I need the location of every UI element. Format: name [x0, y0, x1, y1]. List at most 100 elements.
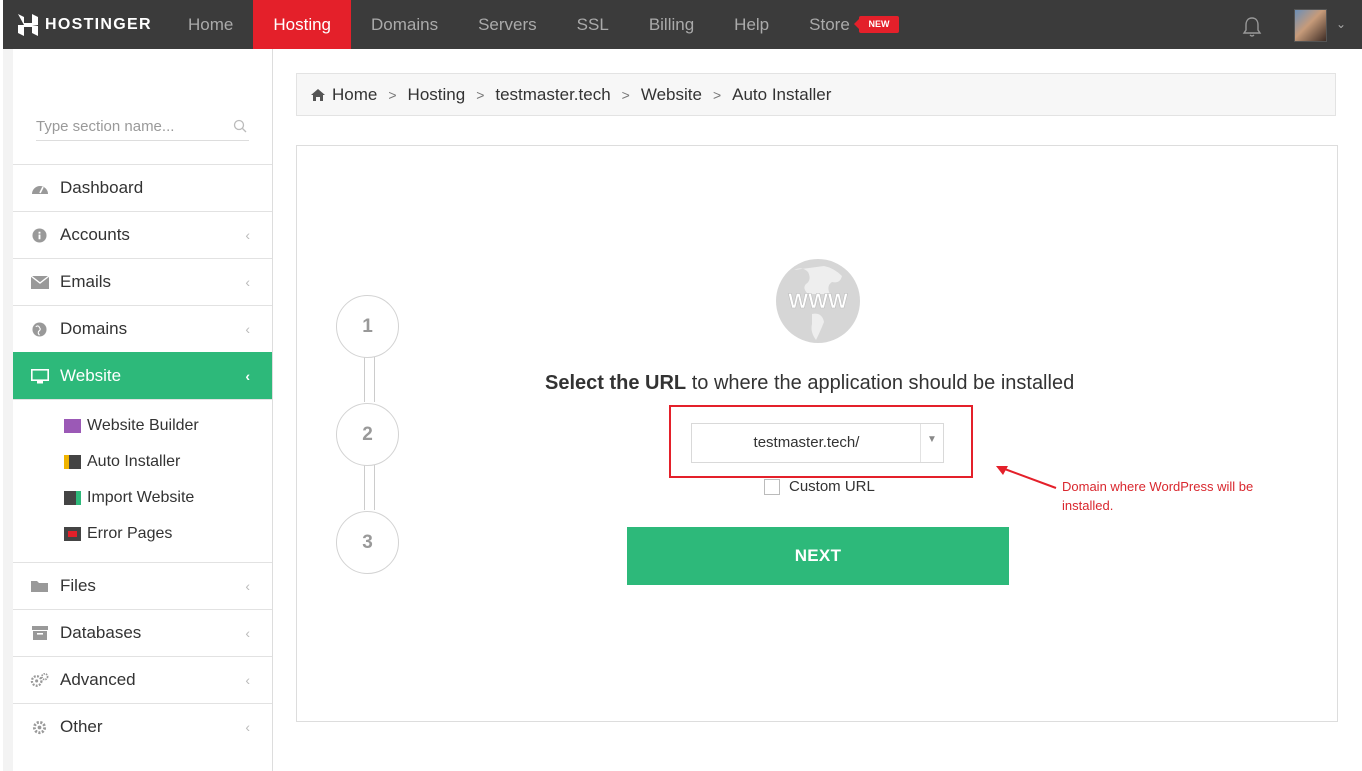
top-navbar: HOSTINGER Home Hosting Domains Servers S…: [0, 0, 1362, 49]
sidebar-item-emails[interactable]: Emails ‹: [13, 258, 272, 305]
breadcrumb: Home > Hosting > testmaster.tech > Websi…: [296, 73, 1336, 116]
breadcrumb-domain[interactable]: testmaster.tech: [495, 85, 610, 105]
select-url-title-rest: to where the application should be insta…: [686, 372, 1075, 394]
breadcrumb-auto-installer: Auto Installer: [732, 84, 832, 104]
nav-help[interactable]: Help: [714, 0, 789, 49]
sidebar-item-label: Other: [60, 717, 103, 736]
step-2: 2: [336, 403, 399, 466]
www-globe-icon: WWW: [772, 258, 864, 344]
sidebar-item-label: Advanced: [60, 670, 136, 689]
breadcrumb-website[interactable]: Website: [641, 85, 702, 105]
hostinger-logo[interactable]: HOSTINGER: [3, 0, 168, 49]
search-icon[interactable]: [233, 119, 247, 133]
url-select[interactable]: testmaster.tech/ ▼: [691, 423, 944, 463]
sidebar-item-label: Dashboard: [60, 178, 144, 197]
sidebar-item-databases[interactable]: Databases ‹: [13, 609, 272, 656]
chevron-left-icon: ‹: [245, 321, 250, 337]
sidebar-item-label: Files: [60, 576, 96, 595]
sidebar-subitem-error-pages[interactable]: Error Pages: [13, 516, 272, 552]
auto-installer-card: 1 2 3 WWW Select the URL to where the ap…: [296, 145, 1338, 722]
sidebar-subitem-label: Error Pages: [87, 525, 173, 542]
hostinger-logo-icon: [17, 13, 39, 37]
breadcrumb-separator-icon: >: [388, 86, 397, 103]
step-1: 1: [336, 295, 399, 358]
annotation-arrow-icon: [996, 466, 1057, 489]
main-nav: Home Hosting Domains Servers SSL Billing…: [168, 0, 919, 49]
sidebar-subitem-label: Import Website: [87, 489, 195, 506]
dashboard-icon: [30, 180, 49, 197]
sidebar-subitem-auto-installer[interactable]: Auto Installer: [13, 444, 272, 480]
step-3: 3: [336, 511, 399, 574]
sidebar-item-advanced[interactable]: Advanced ‹: [13, 656, 272, 703]
sidebar-item-website[interactable]: Website ‹: [13, 352, 272, 399]
sidebar-item-other[interactable]: Other ‹: [13, 703, 272, 750]
sidebar-subitem-import-website[interactable]: Import Website: [13, 480, 272, 516]
user-avatar[interactable]: [1294, 9, 1327, 42]
nav-home[interactable]: Home: [168, 0, 253, 49]
dropdown-arrow-icon[interactable]: ▼: [920, 424, 943, 462]
breadcrumb-separator-icon: >: [621, 86, 630, 103]
globe-icon: [30, 321, 49, 338]
folder-icon: [30, 578, 49, 595]
chevron-left-icon: ‹: [245, 274, 250, 290]
auto-installer-icon: [64, 455, 81, 469]
sidebar-subitem-website-builder[interactable]: Website Builder: [13, 408, 272, 444]
sidebar-item-domains[interactable]: Domains ‹: [13, 305, 272, 352]
custom-url-checkbox[interactable]: [764, 478, 780, 495]
breadcrumb-separator-icon: >: [712, 86, 722, 103]
chevron-left-icon: ‹: [245, 625, 250, 641]
chevron-left-icon: ‹: [245, 227, 250, 243]
section-search: [36, 113, 249, 141]
sidebar-subitem-label: Auto Installer: [87, 453, 181, 470]
cogs-icon: [30, 672, 49, 689]
sidebar-item-label: Website: [60, 366, 122, 385]
monitor-icon: [30, 368, 49, 385]
www-text: WWW: [788, 290, 848, 313]
import-website-icon: [64, 491, 81, 505]
new-badge: NEW: [853, 16, 899, 34]
custom-url-option[interactable]: Custom URL: [764, 478, 875, 495]
nav-servers[interactable]: Servers: [458, 0, 557, 49]
info-icon: [30, 227, 49, 244]
select-url-title: Select the URL to where the application …: [545, 372, 1074, 395]
breadcrumb-separator-icon: >: [476, 86, 485, 103]
nav-billing[interactable]: Billing: [629, 0, 714, 49]
url-select-value: testmaster.tech/: [753, 434, 860, 451]
custom-url-label: Custom URL: [789, 478, 875, 495]
nav-ssl[interactable]: SSL: [557, 0, 629, 49]
select-url-title-bold: Select the URL: [545, 372, 687, 394]
sidebar-panel: Dashboard Accounts ‹ Emails ‹ D: [13, 49, 272, 771]
nav-domains[interactable]: Domains: [351, 0, 458, 49]
chevron-down-icon[interactable]: ⌄: [1336, 17, 1346, 31]
sidebar-item-label: Emails: [60, 272, 112, 291]
next-button[interactable]: NEXT: [627, 527, 1009, 585]
chevron-left-icon: ‹: [245, 368, 250, 384]
bell-icon[interactable]: [1242, 16, 1262, 38]
breadcrumb-hosting[interactable]: Hosting: [408, 85, 466, 105]
sidebar: Dashboard Accounts ‹ Emails ‹ D: [3, 49, 273, 771]
section-search-input[interactable]: [36, 113, 226, 139]
step-connector: [364, 460, 375, 510]
step-connector: [364, 352, 375, 402]
archive-icon: [30, 625, 49, 642]
breadcrumb-home[interactable]: Home: [332, 85, 377, 105]
annotation-text: Domain where WordPress will be installed…: [1062, 479, 1254, 513]
nav-hosting[interactable]: Hosting: [253, 0, 351, 49]
sidebar-item-dashboard[interactable]: Dashboard: [13, 164, 272, 211]
sidebar-item-accounts[interactable]: Accounts ‹: [13, 211, 272, 258]
sidebar-item-label: Databases: [60, 623, 142, 642]
sidebar-item-label: Accounts: [60, 225, 130, 244]
sidebar-item-files[interactable]: Files ‹: [13, 562, 272, 609]
home-icon: [311, 88, 325, 101]
chevron-left-icon: ‹: [245, 719, 250, 735]
envelope-icon: [30, 274, 49, 291]
brand-name: HOSTINGER: [45, 15, 152, 33]
website-builder-icon: [64, 419, 81, 433]
sidebar-subitem-label: Website Builder: [87, 417, 199, 434]
website-submenu: Website Builder Auto Installer Import We…: [13, 399, 272, 562]
chevron-left-icon: ‹: [245, 578, 250, 594]
sidebar-item-label: Domains: [60, 319, 128, 338]
nav-store[interactable]: Store NEW: [789, 0, 918, 49]
chevron-left-icon: ‹: [245, 672, 250, 688]
nav-store-label: Store: [809, 15, 850, 34]
